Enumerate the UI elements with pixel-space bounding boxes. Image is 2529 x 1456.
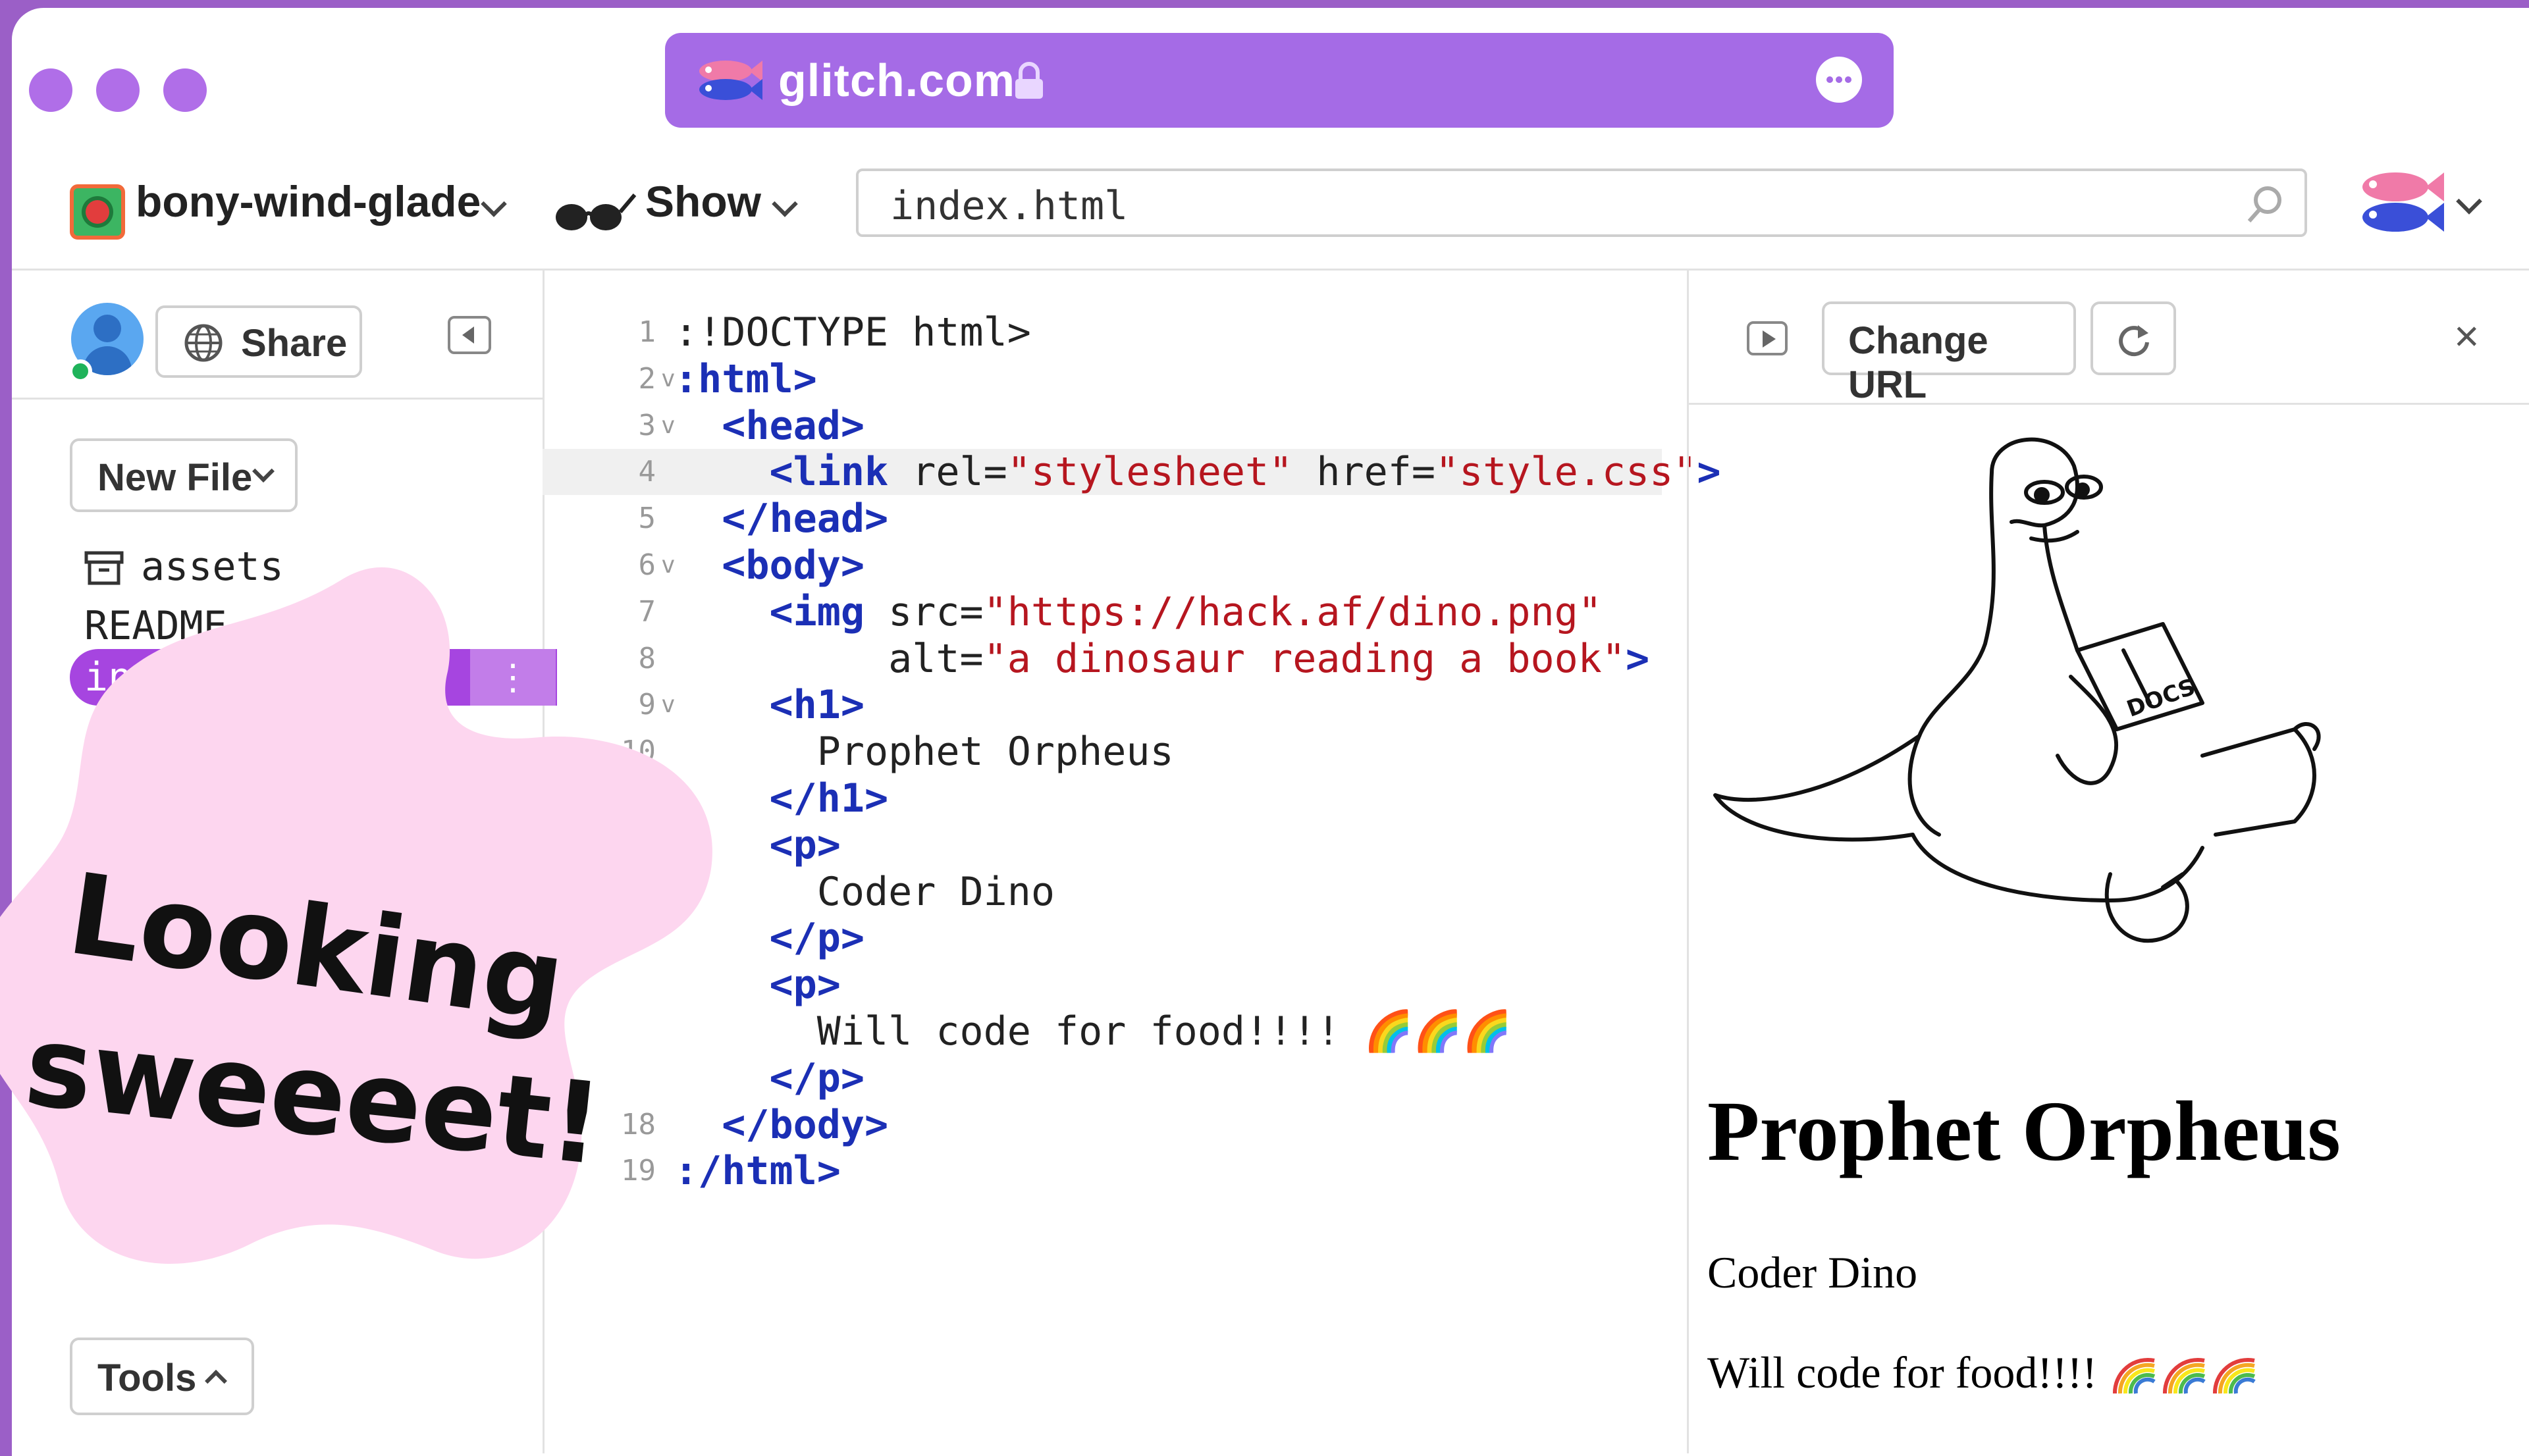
code-tag: <h1>	[769, 682, 865, 729]
line-number: 3	[638, 408, 656, 442]
code-string: "style.css"	[1435, 449, 1697, 496]
user-menu-fish-icon[interactable]	[2349, 163, 2448, 246]
code-tag: :html>	[674, 355, 817, 402]
preview-paragraph-2: Will code for food!!!!	[1707, 1347, 2098, 1397]
title-bar: glitch.com	[12, 8, 2529, 153]
code-tag: <p>	[769, 821, 841, 868]
preview-paragraph-1: Coder Dino	[1707, 1247, 1918, 1297]
code-text: <link rel="stylesheet" href="style.css">	[674, 449, 1721, 496]
code-tag: <p>	[769, 962, 841, 1008]
refresh-icon	[2114, 320, 2154, 363]
divider	[12, 398, 543, 400]
globe-icon	[183, 323, 224, 367]
line-number: 4	[638, 455, 656, 489]
code-token: :!DOCTYPE html>	[674, 309, 1031, 355]
lock-icon	[1014, 62, 1044, 103]
code-tag: <img	[769, 588, 865, 635]
close-preview-button[interactable]: ×	[2454, 311, 2480, 361]
code-string: "a dinosaur reading a book"	[983, 635, 1626, 682]
code-token: src=	[865, 588, 984, 635]
chevron-down-icon[interactable]	[772, 191, 798, 217]
new-file-label: New File	[97, 456, 253, 499]
code-tag: </p>	[769, 915, 865, 962]
project-toolbar: bony-wind-glade Show index.html	[12, 153, 2529, 271]
online-status-icon	[68, 359, 92, 383]
chevron-down-icon[interactable]	[2456, 188, 2482, 215]
play-icon[interactable]	[1747, 321, 1788, 355]
code-text: :html>	[674, 356, 817, 402]
code-text: <head>	[674, 403, 865, 449]
sunglasses-icon	[552, 190, 637, 239]
code-line[interactable]: 3v <head>	[543, 403, 1662, 449]
file-search-input[interactable]: index.html	[856, 169, 2307, 237]
fold-toggle-icon[interactable]: v	[661, 356, 676, 402]
share-label: Share	[241, 322, 348, 365]
minimize-window-button[interactable]	[96, 68, 140, 112]
change-url-button[interactable]: Change URL	[1822, 301, 2076, 406]
change-url-label: Change URL	[1848, 319, 1988, 406]
preview-pane: Change URL × DOCS Prophet Orpheus Coder …	[1687, 269, 2529, 1453]
code-text: <img src="https://hack.af/dino.png"	[674, 589, 1602, 635]
code-line[interactable]: 2 v:html>	[543, 356, 1662, 402]
collapse-sidebar-button[interactable]	[448, 316, 491, 354]
url-text: glitch.com	[778, 55, 1016, 106]
code-token: alt=	[888, 635, 984, 682]
dinosaur-reading-image: DOCS	[1702, 427, 2360, 1049]
code-tag: <link	[769, 449, 889, 496]
chevron-down-icon	[252, 460, 275, 482]
code-tag: >	[1625, 635, 1650, 682]
code-token: href=	[1292, 449, 1435, 496]
preview-toolbar: Change URL ×	[1689, 269, 2529, 406]
code-tag: </p>	[769, 1054, 865, 1101]
new-file-button[interactable]: New File	[70, 438, 298, 512]
code-line[interactable]: 1 :!DOCTYPE html>	[543, 309, 1662, 355]
url-bar[interactable]: glitch.com	[665, 33, 1894, 128]
code-token: Coder Dino	[816, 868, 1055, 915]
code-tag: <head>	[722, 402, 865, 449]
code-string: "https://hack.af/dino.png"	[983, 588, 1602, 635]
refresh-button[interactable]	[2090, 301, 2176, 375]
chevron-down-icon[interactable]	[481, 191, 507, 217]
project-avatar-icon	[70, 184, 125, 240]
search-icon[interactable]	[2244, 183, 2286, 228]
code-line[interactable]: 4 <link rel="stylesheet" href="style.css…	[543, 449, 1720, 496]
code-token: rel=	[888, 449, 1007, 496]
code-text: alt="a dinosaur reading a book">	[674, 636, 1649, 682]
code-token: Prophet Orpheus	[816, 729, 1174, 775]
code-tag: </h1>	[769, 775, 889, 821]
share-button[interactable]: Share	[155, 305, 362, 378]
more-icon[interactable]	[1816, 57, 1862, 103]
maximize-window-button[interactable]	[163, 68, 207, 112]
rainbow-icon	[2108, 1349, 2260, 1406]
code-text: Will code for food!!!! 🌈🌈🌈	[674, 1008, 1512, 1054]
fold-toggle-icon[interactable]: v	[661, 403, 676, 449]
project-name-dropdown[interactable]: bony-wind-glade	[136, 176, 481, 226]
line-number: 1	[638, 315, 656, 349]
glitch-fish-icon	[691, 55, 764, 107]
code-string: "stylesheet"	[1007, 449, 1293, 496]
show-dropdown[interactable]: Show	[645, 176, 761, 226]
code-text: :!DOCTYPE html>	[674, 309, 1031, 355]
preview-heading: Prophet Orpheus	[1707, 1084, 2341, 1179]
search-input-value: index.html	[890, 183, 1129, 229]
code-token: Will code for food!!!! 🌈🌈🌈	[816, 1008, 1512, 1054]
line-number: 2	[638, 361, 656, 396]
close-window-button[interactable]	[29, 68, 72, 112]
